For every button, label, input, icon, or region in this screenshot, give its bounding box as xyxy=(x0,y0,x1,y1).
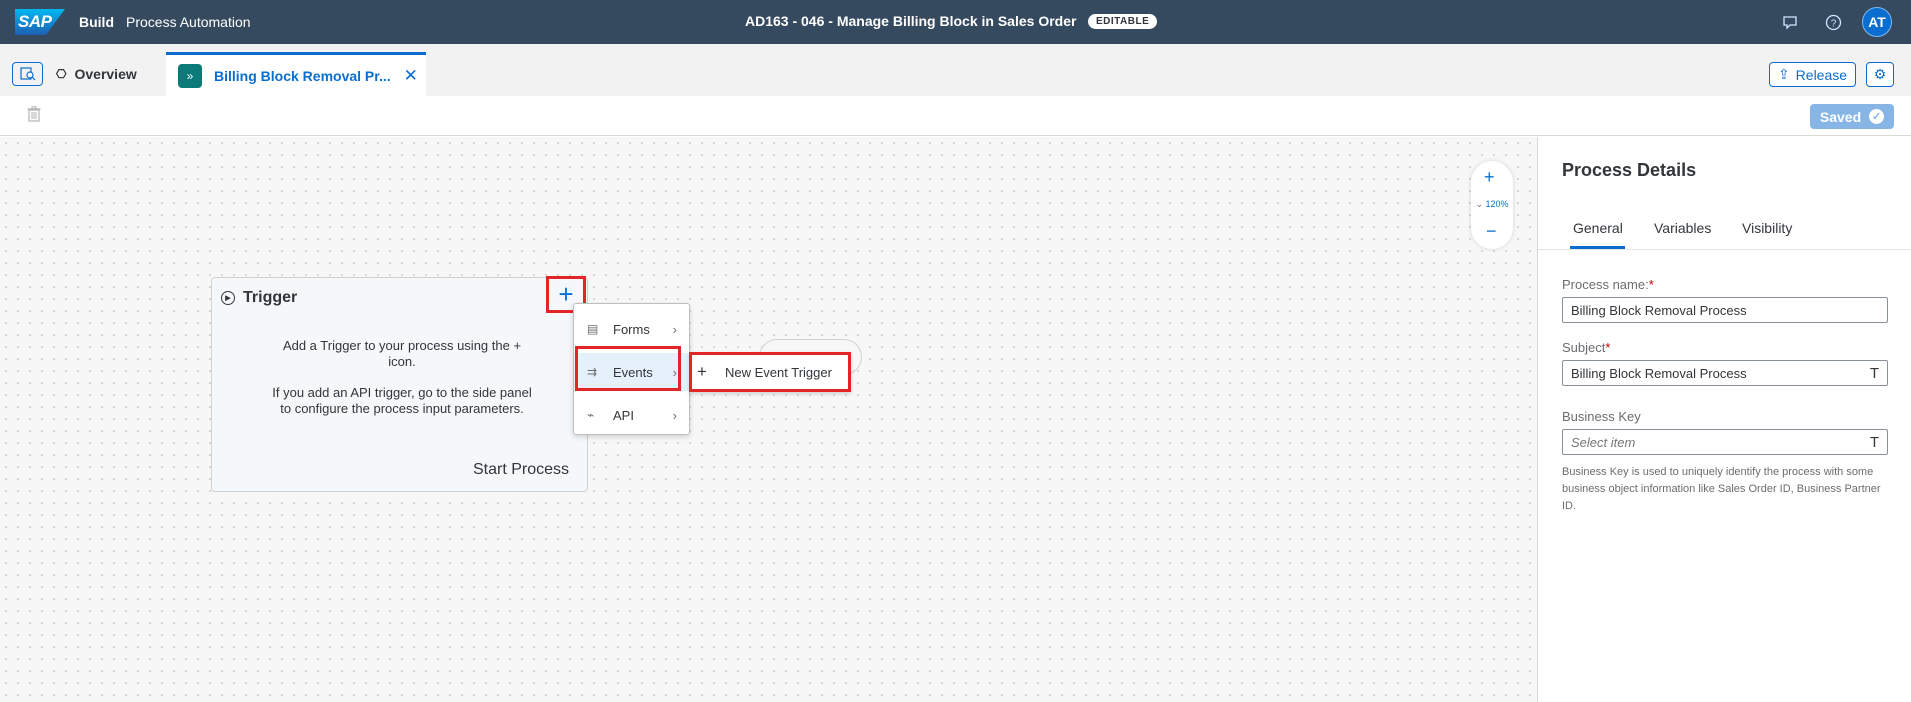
play-icon: ▶ xyxy=(221,291,235,305)
saved-label: Saved xyxy=(1819,108,1862,125)
panel-title: Process Details xyxy=(1562,160,1697,180)
menu-item-label: API xyxy=(613,407,634,423)
tab-overview-label: Overview xyxy=(74,66,137,82)
menu-item-label: Forms xyxy=(613,321,650,337)
process-icon: » xyxy=(178,63,202,88)
text-type-icon[interactable]: T xyxy=(1870,434,1879,451)
editor-toolbar xyxy=(0,96,1911,136)
add-icon: + xyxy=(558,279,574,309)
upload-icon: ⇪ xyxy=(1777,66,1790,82)
search-artifacts-button[interactable] xyxy=(12,62,43,86)
settings-button[interactable]: ⚙ xyxy=(1866,62,1894,87)
subject-input[interactable]: Billing Block Removal Process T xyxy=(1562,360,1888,386)
close-icon[interactable]: ✕ xyxy=(404,66,418,86)
chevron-right-icon: › xyxy=(672,321,677,337)
new-event-trigger-item[interactable]: + New Event Trigger xyxy=(689,352,851,392)
help-icon[interactable]: ? xyxy=(1823,12,1843,32)
zoom-level-value: 120% xyxy=(1485,199,1509,209)
business-key-input[interactable]: Select item T xyxy=(1562,429,1888,455)
user-avatar[interactable]: AT xyxy=(1862,7,1892,37)
tab-billing-block-process[interactable]: » Billing Block Removal Pr... ✕ xyxy=(166,52,426,96)
panel-divider xyxy=(1538,249,1911,250)
tab-variables[interactable]: Variables xyxy=(1654,220,1711,236)
trigger-hint-1: Add a Trigger to your process using the … xyxy=(282,338,522,369)
sap-logo[interactable]: SAP xyxy=(15,9,65,35)
business-key-placeholder: Select item xyxy=(1571,434,1636,450)
events-highlight xyxy=(575,346,681,391)
trigger-header: ▶ Trigger xyxy=(221,289,297,307)
delete-icon[interactable] xyxy=(27,106,41,126)
trigger-node[interactable]: ▶ Trigger Add a Trigger to your process … xyxy=(211,277,588,492)
check-icon: ✓ xyxy=(1869,109,1885,124)
zoom-control: + ⌄ 120% − xyxy=(1471,161,1513,249)
subject-label: Subject* xyxy=(1562,340,1611,355)
search-icon xyxy=(19,67,35,81)
feedback-icon[interactable] xyxy=(1780,12,1800,32)
shell-build-label: Build xyxy=(79,14,114,30)
editable-badge: EDITABLE xyxy=(1088,14,1158,29)
subject-value: Billing Block Removal Process xyxy=(1571,365,1747,381)
process-name-label: Process name:* xyxy=(1562,277,1654,292)
gear-icon: ⚙ xyxy=(1873,66,1887,82)
shell-bar: SAP Build Process Automation AD163 - 046… xyxy=(0,0,1911,44)
process-name-label-text: Process name: xyxy=(1562,277,1649,292)
start-process-label: Start Process xyxy=(472,461,569,478)
trigger-hint-2: If you add an API trigger, go to the sid… xyxy=(272,385,532,416)
sap-logo-text: SAP xyxy=(18,12,52,31)
overview-icon: ⎔ xyxy=(56,67,67,81)
business-key-label: Business Key xyxy=(1562,409,1641,424)
api-icon: ⌁ xyxy=(587,408,595,422)
tab-general[interactable]: General xyxy=(1573,220,1623,236)
menu-item-forms[interactable]: ▤ Forms › xyxy=(574,310,691,348)
business-key-help: Business Key is used to uniquely identif… xyxy=(1562,466,1881,512)
trigger-title: Trigger xyxy=(243,289,298,306)
tab-visibility[interactable]: Visibility xyxy=(1742,220,1792,236)
shell-product-name: Process Automation xyxy=(126,14,251,30)
zoom-in-icon[interactable]: + xyxy=(1484,167,1495,188)
process-name-input[interactable]: Billing Block Removal Process xyxy=(1562,297,1888,323)
saved-button[interactable]: Saved ✓ xyxy=(1810,104,1894,129)
chevron-right-icon: › xyxy=(672,407,677,423)
menu-item-api[interactable]: ⌁ API › xyxy=(574,396,691,434)
add-icon: + xyxy=(697,362,707,381)
release-label: Release xyxy=(1795,66,1848,83)
new-event-trigger-label: New Event Trigger xyxy=(725,364,832,380)
zoom-out-icon[interactable]: − xyxy=(1486,221,1497,242)
release-button[interactable]: ⇪ Release xyxy=(1769,62,1856,87)
zoom-level[interactable]: ⌄ 120% xyxy=(1471,199,1513,210)
project-title: AD163 - 046 - Manage Billing Block in Sa… xyxy=(745,13,1077,29)
text-type-icon[interactable]: T xyxy=(1870,365,1879,382)
form-icon: ▤ xyxy=(587,322,599,336)
tab-active-label: Billing Block Removal Pr... xyxy=(214,67,391,84)
subject-label-text: Subject xyxy=(1562,340,1606,355)
svg-text:?: ? xyxy=(1830,18,1836,29)
tab-overview[interactable]: ⎔ Overview xyxy=(56,54,137,94)
